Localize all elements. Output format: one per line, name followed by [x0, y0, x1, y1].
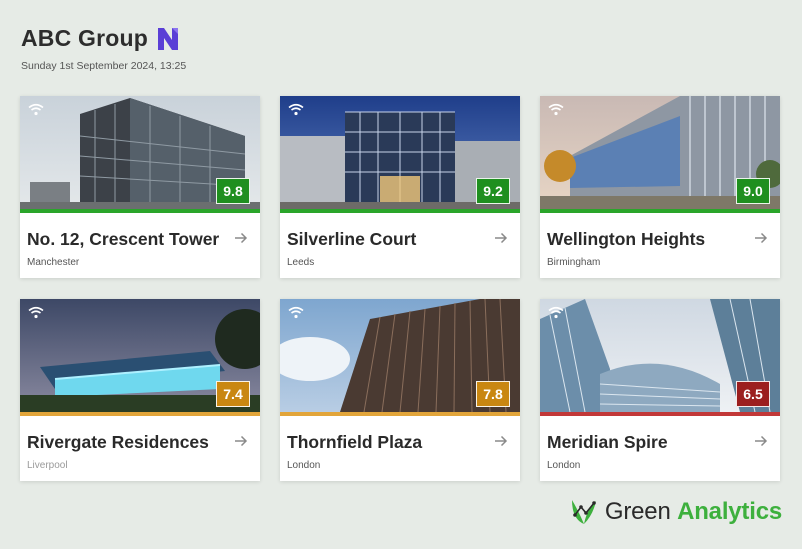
arrow-right-icon[interactable]	[494, 232, 508, 244]
building-name: Rivergate Residences	[27, 432, 209, 452]
card-body: Meridian Spire London	[540, 416, 780, 471]
building-photo: 9.8	[20, 96, 260, 209]
score-badge: 6.5	[736, 381, 770, 407]
building-photo: 7.8	[280, 299, 520, 412]
title-row: ABC Group	[21, 25, 186, 52]
building-photo: 7.4	[20, 299, 260, 412]
building-card[interactable]: 7.8 Thornfield Plaza London	[280, 299, 520, 481]
score-badge: 9.0	[736, 178, 770, 204]
building-photo: 6.5	[540, 299, 780, 412]
building-city: Manchester	[27, 257, 80, 268]
card-body: No. 12, Crescent Tower Manchester	[20, 213, 260, 268]
n-logo-icon	[158, 27, 179, 50]
building-city: Liverpool	[27, 460, 68, 471]
building-card[interactable]: 9.8 No. 12, Crescent Tower Manchester	[20, 96, 260, 278]
building-card[interactable]: 6.5 Meridian Spire London	[540, 299, 780, 481]
building-card[interactable]: 7.4 Rivergate Residences Liverpool	[20, 299, 260, 481]
card-body: Silverline Court Leeds	[280, 213, 520, 268]
score-badge: 9.8	[216, 178, 250, 204]
building-grid: 9.8 No. 12, Crescent Tower Manchester 9.…	[20, 96, 780, 481]
brand-word-analytics: Analytics	[677, 498, 782, 525]
wifi-icon	[548, 306, 564, 319]
building-name: Thornfield Plaza	[287, 432, 423, 452]
leaf-analytics-icon	[571, 500, 596, 524]
wifi-icon	[28, 103, 44, 116]
building-city: Birmingham	[547, 257, 601, 268]
page-title: ABC Group	[21, 25, 149, 51]
arrow-right-icon[interactable]	[234, 435, 248, 447]
arrow-right-icon[interactable]	[494, 435, 508, 447]
header: ABC Group Sunday 1st September 2024, 13:…	[21, 25, 186, 72]
score-badge: 7.8	[476, 381, 510, 407]
building-photo: 9.0	[540, 96, 780, 209]
building-name: No. 12, Crescent Tower	[27, 229, 220, 249]
arrow-right-icon[interactable]	[754, 232, 768, 244]
building-city: London	[547, 460, 581, 471]
wifi-icon	[28, 306, 44, 319]
datetime: Sunday 1st September 2024, 13:25	[21, 60, 187, 72]
arrow-right-icon[interactable]	[754, 435, 768, 447]
building-city: London	[287, 460, 321, 471]
building-card[interactable]: 9.0 Wellington Heights Birmingham	[540, 96, 780, 278]
brand-word-green: Green	[604, 498, 671, 525]
card-body: Rivergate Residences Liverpool	[20, 416, 260, 471]
score-badge: 9.2	[476, 178, 510, 204]
arrow-right-icon[interactable]	[234, 232, 248, 244]
wifi-icon	[548, 103, 564, 116]
card-body: Thornfield Plaza London	[280, 416, 520, 471]
building-name: Meridian Spire	[547, 432, 668, 452]
building-photo: 9.2	[280, 96, 520, 209]
building-card[interactable]: 9.2 Silverline Court Leeds	[280, 96, 520, 278]
building-city: Leeds	[287, 257, 315, 268]
brand-name: Green Analytics	[605, 498, 782, 526]
building-name: Silverline Court	[287, 229, 417, 249]
brand-logo: Green Analytics	[569, 497, 782, 527]
score-badge: 7.4	[216, 381, 250, 407]
building-name: Wellington Heights	[547, 229, 706, 249]
card-body: Wellington Heights Birmingham	[540, 213, 780, 268]
wifi-icon	[288, 306, 304, 319]
wifi-icon	[288, 103, 304, 116]
